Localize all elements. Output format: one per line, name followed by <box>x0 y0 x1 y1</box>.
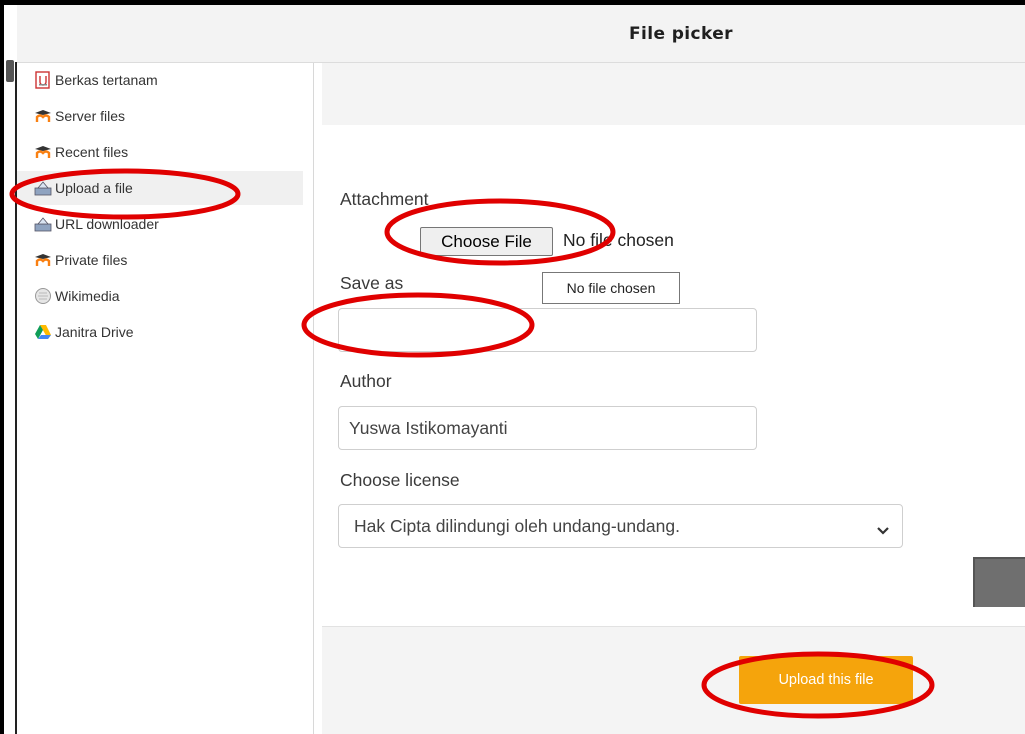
sidebar-item-label: Upload a file <box>55 180 133 196</box>
sidebar-item-private-files[interactable]: Private files <box>17 243 303 277</box>
moodle-icon <box>34 143 52 161</box>
sidebar-item-url-downloader[interactable]: URL downloader <box>17 207 303 241</box>
save-as-input[interactable] <box>338 308 757 352</box>
sidebar-item-label: Wikimedia <box>55 288 120 304</box>
sidebar-item-upload-a-file[interactable]: Upload a file <box>17 171 303 205</box>
dialog-title: File picker <box>629 23 733 44</box>
sidebar-item-server-files[interactable]: Server files <box>17 99 303 133</box>
license-selected-value: Hak Cipta dilindungi oleh undang-undang. <box>354 515 680 536</box>
wikimedia-icon <box>34 287 52 305</box>
sidebar-item-label: Janitra Drive <box>55 324 134 340</box>
scroll-handle[interactable] <box>6 60 14 82</box>
url-downloader-icon <box>34 215 52 233</box>
choose-file-button[interactable]: Choose File <box>420 227 553 256</box>
file-tooltip: No file chosen <box>542 272 680 304</box>
window-gutter <box>4 5 15 734</box>
embedded-files-icon <box>34 71 52 89</box>
author-label: Author <box>340 371 392 391</box>
save-as-label: Save as <box>340 273 404 293</box>
sidebar-item-recent-files[interactable]: Recent files <box>17 135 303 169</box>
sidebar-item-berkas-tertanam[interactable]: Berkas tertanam <box>17 63 303 97</box>
sidebar-item-label: Recent files <box>55 144 129 160</box>
upload-this-file-button[interactable]: Upload this file <box>739 656 913 704</box>
sidebar-item-label: URL downloader <box>55 216 159 232</box>
footer-band <box>322 626 1025 734</box>
license-label: Choose license <box>340 470 460 490</box>
google-drive-icon <box>34 323 52 341</box>
sidebar-item-janitra-drive[interactable]: Janitra Drive <box>17 315 303 349</box>
overlay-block <box>973 557 1025 607</box>
repository-sidebar: Berkas tertanam Server files Recent file… <box>17 63 314 734</box>
moodle-icon <box>34 107 52 125</box>
author-input[interactable] <box>338 406 757 450</box>
no-file-chosen-text: No file chosen <box>563 230 674 250</box>
upload-icon <box>34 179 52 197</box>
moodle-icon <box>34 251 52 269</box>
sidebar-item-label: Private files <box>55 252 128 268</box>
sidebar-item-wikimedia[interactable]: Wikimedia <box>17 279 303 313</box>
sidebar-item-label: Server files <box>55 108 126 124</box>
main-header-band <box>322 63 1025 125</box>
chevron-down-icon <box>876 520 890 541</box>
file-picker-header: File picker <box>17 5 1025 63</box>
sidebar-item-label: Berkas tertanam <box>55 72 158 88</box>
attachment-label: Attachment <box>340 189 429 209</box>
license-select[interactable]: Hak Cipta dilindungi oleh undang-undang. <box>338 504 903 548</box>
